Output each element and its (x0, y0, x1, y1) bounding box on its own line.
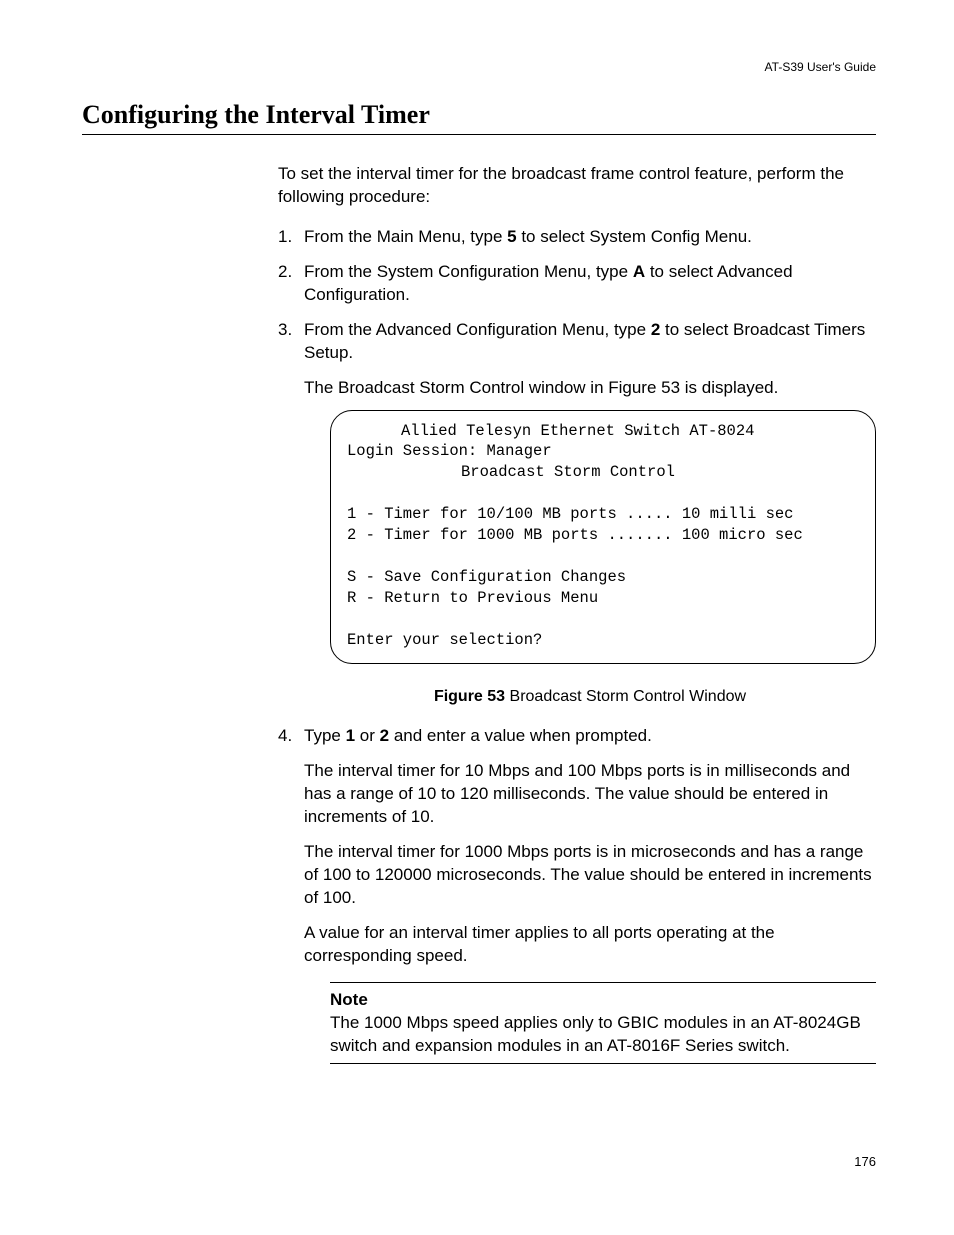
step-number: 4. (278, 725, 292, 748)
step-paragraph: The interval timer for 10 Mbps and 100 M… (304, 760, 876, 829)
step-text: From the Advanced Configuration Menu, ty… (304, 320, 651, 339)
step-key: 2 (380, 726, 389, 745)
note-text: The 1000 Mbps speed applies only to GBIC… (330, 1012, 876, 1058)
intro-paragraph: To set the interval timer for the broadc… (278, 163, 876, 209)
step-number: 1. (278, 226, 292, 249)
doc-header: AT-S39 User's Guide (82, 60, 876, 74)
step-text: or (355, 726, 380, 745)
step-subtext: The Broadcast Storm Control window in Fi… (304, 377, 876, 400)
step-text: to select System Config Menu. (517, 227, 752, 246)
step-key: A (633, 262, 645, 281)
body-column: To set the interval timer for the broadc… (278, 163, 876, 1064)
terminal-line: 2 - Timer for 1000 MB ports ....... 100 … (347, 525, 859, 546)
section-heading: Configuring the Interval Timer (82, 100, 876, 135)
step-text: From the System Configuration Menu, type (304, 262, 633, 281)
procedure-list: 1. From the Main Menu, type 5 to select … (278, 226, 876, 1065)
note-block: Note The 1000 Mbps speed applies only to… (330, 982, 876, 1065)
step-key: 2 (651, 320, 660, 339)
page: AT-S39 User's Guide Configuring the Inte… (0, 0, 954, 1209)
step-number: 3. (278, 319, 292, 342)
terminal-line: Enter your selection? (347, 630, 859, 651)
step-key: 5 (507, 227, 516, 246)
step-paragraph: The interval timer for 1000 Mbps ports i… (304, 841, 876, 910)
figure-label: Figure 53 (434, 688, 505, 705)
terminal-line: Login Session: Manager (347, 441, 859, 462)
step-text: and enter a value when prompted. (389, 726, 652, 745)
step-text: From the Main Menu, type (304, 227, 507, 246)
step-3: 3. From the Advanced Configuration Menu,… (278, 319, 876, 708)
figure-caption: Figure 53 Broadcast Storm Control Window (304, 686, 876, 708)
step-4: 4. Type 1 or 2 and enter a value when pr… (278, 725, 876, 1064)
step-key: 1 (346, 726, 355, 745)
terminal-window: Allied Telesyn Ethernet Switch AT-8024Lo… (330, 410, 876, 664)
note-label: Note (330, 989, 876, 1012)
terminal-line: Broadcast Storm Control (347, 462, 859, 483)
figure-caption-text: Broadcast Storm Control Window (505, 688, 746, 705)
step-2: 2. From the System Configuration Menu, t… (278, 261, 876, 307)
terminal-line: R - Return to Previous Menu (347, 588, 859, 609)
terminal-line: 1 - Timer for 10/100 MB ports ..... 10 m… (347, 504, 859, 525)
terminal-line: S - Save Configuration Changes (347, 567, 859, 588)
step-1: 1. From the Main Menu, type 5 to select … (278, 226, 876, 249)
step-number: 2. (278, 261, 292, 284)
page-number: 176 (82, 1154, 876, 1169)
terminal-line: Allied Telesyn Ethernet Switch AT-8024 (347, 421, 859, 442)
step-text: Type (304, 726, 346, 745)
step-paragraph: A value for an interval timer applies to… (304, 922, 876, 968)
